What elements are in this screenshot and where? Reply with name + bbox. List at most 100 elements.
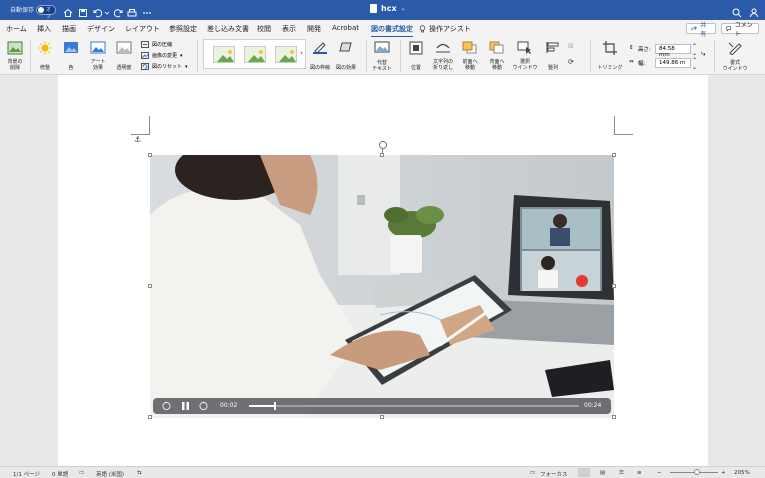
focus-icon[interactable]: ▭ bbox=[530, 470, 535, 476]
zoom-level[interactable]: 205% bbox=[734, 470, 750, 476]
more-icon[interactable] bbox=[141, 4, 153, 16]
tab-mailings[interactable]: 差し込み文書 bbox=[207, 24, 249, 34]
pause-icon[interactable] bbox=[181, 401, 190, 413]
width-stepper[interactable]: ⌃ ⌄ bbox=[692, 57, 697, 71]
change-picture-button[interactable]: 画像の変更 ▾ bbox=[141, 52, 183, 59]
picture-effects-button[interactable]: 図の効果 bbox=[334, 41, 358, 71]
share-button[interactable]: 共有 bbox=[686, 22, 716, 38]
resize-handle[interactable] bbox=[148, 153, 152, 157]
picture-styles-gallery[interactable] bbox=[203, 39, 306, 69]
lock-aspect-icon[interactable]: ⤷ bbox=[701, 49, 705, 59]
print-icon[interactable] bbox=[126, 4, 138, 17]
autosave-toggle[interactable]: オフ bbox=[36, 5, 56, 20]
search-icon[interactable] bbox=[731, 4, 743, 18]
height-stepper[interactable]: ⌃ ⌄ bbox=[692, 43, 697, 57]
resize-handle[interactable] bbox=[148, 415, 152, 419]
format-pane-button[interactable]: 書式 ウインドウ bbox=[722, 41, 748, 72]
position-button[interactable]: 位置 bbox=[405, 41, 427, 71]
rotate-icon[interactable]: ⟳ bbox=[568, 59, 574, 66]
video-progress-thumb[interactable] bbox=[274, 402, 277, 410]
artistic-effects-button[interactable]: アート 効果 bbox=[87, 41, 109, 71]
picture-style-thumbnail[interactable] bbox=[275, 46, 297, 63]
web-layout-view-icon[interactable]: ▤ bbox=[600, 470, 605, 476]
send-backward-button[interactable]: 背面へ 移動 bbox=[486, 41, 508, 71]
zoom-out-icon[interactable]: − bbox=[657, 470, 662, 476]
alt-text-icon bbox=[374, 41, 390, 53]
selection-pane-button[interactable]: 選択 ウインドウ bbox=[512, 41, 538, 71]
corrections-button[interactable]: 修整 bbox=[35, 41, 55, 71]
tab-acrobat[interactable]: Acrobat bbox=[332, 24, 359, 32]
tab-developer[interactable]: 開発 bbox=[307, 24, 321, 34]
picture-border-button[interactable]: 図の枠線 bbox=[309, 41, 331, 71]
corrections-label: 修整 bbox=[39, 65, 50, 71]
artistic-effects-icon bbox=[90, 41, 106, 54]
skip-forward-icon[interactable] bbox=[198, 400, 209, 413]
resize-handle[interactable] bbox=[612, 415, 616, 419]
tab-references[interactable]: 参照設定 bbox=[169, 24, 197, 34]
resize-handle[interactable] bbox=[612, 153, 616, 157]
width-field[interactable]: 149.86 m bbox=[655, 58, 691, 68]
rotation-handle[interactable] bbox=[379, 141, 387, 149]
redo-icon[interactable] bbox=[112, 4, 124, 18]
zoom-slider-thumb[interactable] bbox=[694, 469, 700, 475]
tab-view[interactable]: 表示 bbox=[282, 24, 296, 34]
resize-handle[interactable] bbox=[612, 284, 616, 288]
tab-picture-format[interactable]: 図の書式設定 bbox=[371, 24, 413, 38]
save-icon[interactable] bbox=[77, 4, 89, 17]
undo-icon[interactable] bbox=[92, 4, 104, 18]
transparency-button[interactable]: 透明度 bbox=[113, 41, 135, 71]
tab-home[interactable]: ホーム bbox=[6, 24, 27, 34]
gallery-more-icon[interactable]: › bbox=[300, 50, 303, 57]
tab-draw[interactable]: 描画 bbox=[62, 24, 76, 34]
print-layout-view-icon[interactable] bbox=[578, 468, 590, 477]
draft-view-icon[interactable]: ≡ bbox=[637, 470, 642, 476]
alt-text-button[interactable]: 代替 テキスト bbox=[370, 41, 394, 72]
picture-border-label: 図の枠線 bbox=[309, 65, 330, 71]
language[interactable]: 英語 (米国) bbox=[96, 470, 124, 478]
outline-view-icon[interactable]: ☰ bbox=[619, 470, 624, 476]
comment-icon bbox=[726, 26, 732, 32]
embedded-video[interactable] bbox=[150, 155, 614, 418]
share-people-icon[interactable] bbox=[748, 4, 760, 18]
word-count[interactable]: 0 単語 bbox=[52, 470, 68, 478]
chevron-down-icon: ▾ bbox=[185, 63, 188, 70]
remove-background-button[interactable]: 背景の 削除 bbox=[4, 41, 26, 71]
height-field[interactable]: 84.58 mm bbox=[655, 44, 691, 58]
anchor-icon[interactable]: ⚓ bbox=[134, 135, 141, 144]
tab-design[interactable]: デザイン bbox=[87, 24, 115, 34]
focus-label[interactable]: フォーカス bbox=[540, 470, 568, 478]
page-count[interactable]: 1/1 ページ bbox=[13, 470, 40, 478]
zoom-slider[interactable] bbox=[670, 469, 718, 475]
color-button[interactable]: 色 bbox=[60, 41, 82, 71]
group-icon[interactable]: ⊞ bbox=[568, 43, 574, 50]
tab-layout[interactable]: レイアウト bbox=[125, 24, 160, 34]
align-button[interactable]: 整列 bbox=[542, 41, 564, 71]
video-progress-track[interactable] bbox=[249, 402, 579, 410]
comment-button[interactable]: コメント bbox=[721, 22, 759, 38]
wrap-text-button[interactable]: 文字列の 折り返し bbox=[431, 41, 455, 71]
zoom-in-icon[interactable]: + bbox=[721, 470, 726, 476]
accessibility-icon[interactable]: ⇆ bbox=[137, 470, 142, 476]
resize-handle[interactable] bbox=[380, 415, 384, 419]
tab-insert[interactable]: 挿入 bbox=[37, 24, 51, 34]
compress-label: 図の圧縮 bbox=[152, 42, 173, 48]
picture-style-thumbnail[interactable] bbox=[213, 46, 235, 63]
tab-tell-me[interactable]: 操作アシスト bbox=[419, 24, 471, 34]
resize-handle[interactable] bbox=[380, 153, 384, 157]
share-icon bbox=[691, 26, 697, 31]
home-icon[interactable] bbox=[62, 4, 74, 17]
resize-handle[interactable] bbox=[148, 284, 152, 288]
tab-review[interactable]: 校閲 bbox=[257, 24, 271, 34]
bring-forward-button[interactable]: 前面へ 移動 bbox=[459, 41, 481, 71]
autosave-label: 自動保存 bbox=[10, 7, 35, 14]
crop-button[interactable]: トリミング bbox=[597, 41, 623, 71]
compress-pictures-button[interactable]: 図の圧縮 bbox=[141, 41, 172, 48]
document-title[interactable]: hcx ⌄ bbox=[370, 4, 406, 13]
undo-dropdown-icon[interactable] bbox=[104, 4, 110, 16]
skip-back-icon[interactable] bbox=[161, 400, 172, 413]
picture-style-thumbnail[interactable] bbox=[244, 46, 266, 63]
proofing-icon[interactable]: ▭ bbox=[79, 470, 84, 476]
reset-picture-button[interactable]: 図のリセット ▾ bbox=[141, 63, 188, 70]
transparency-label: 透明度 bbox=[116, 65, 132, 71]
position-icon bbox=[409, 41, 423, 55]
